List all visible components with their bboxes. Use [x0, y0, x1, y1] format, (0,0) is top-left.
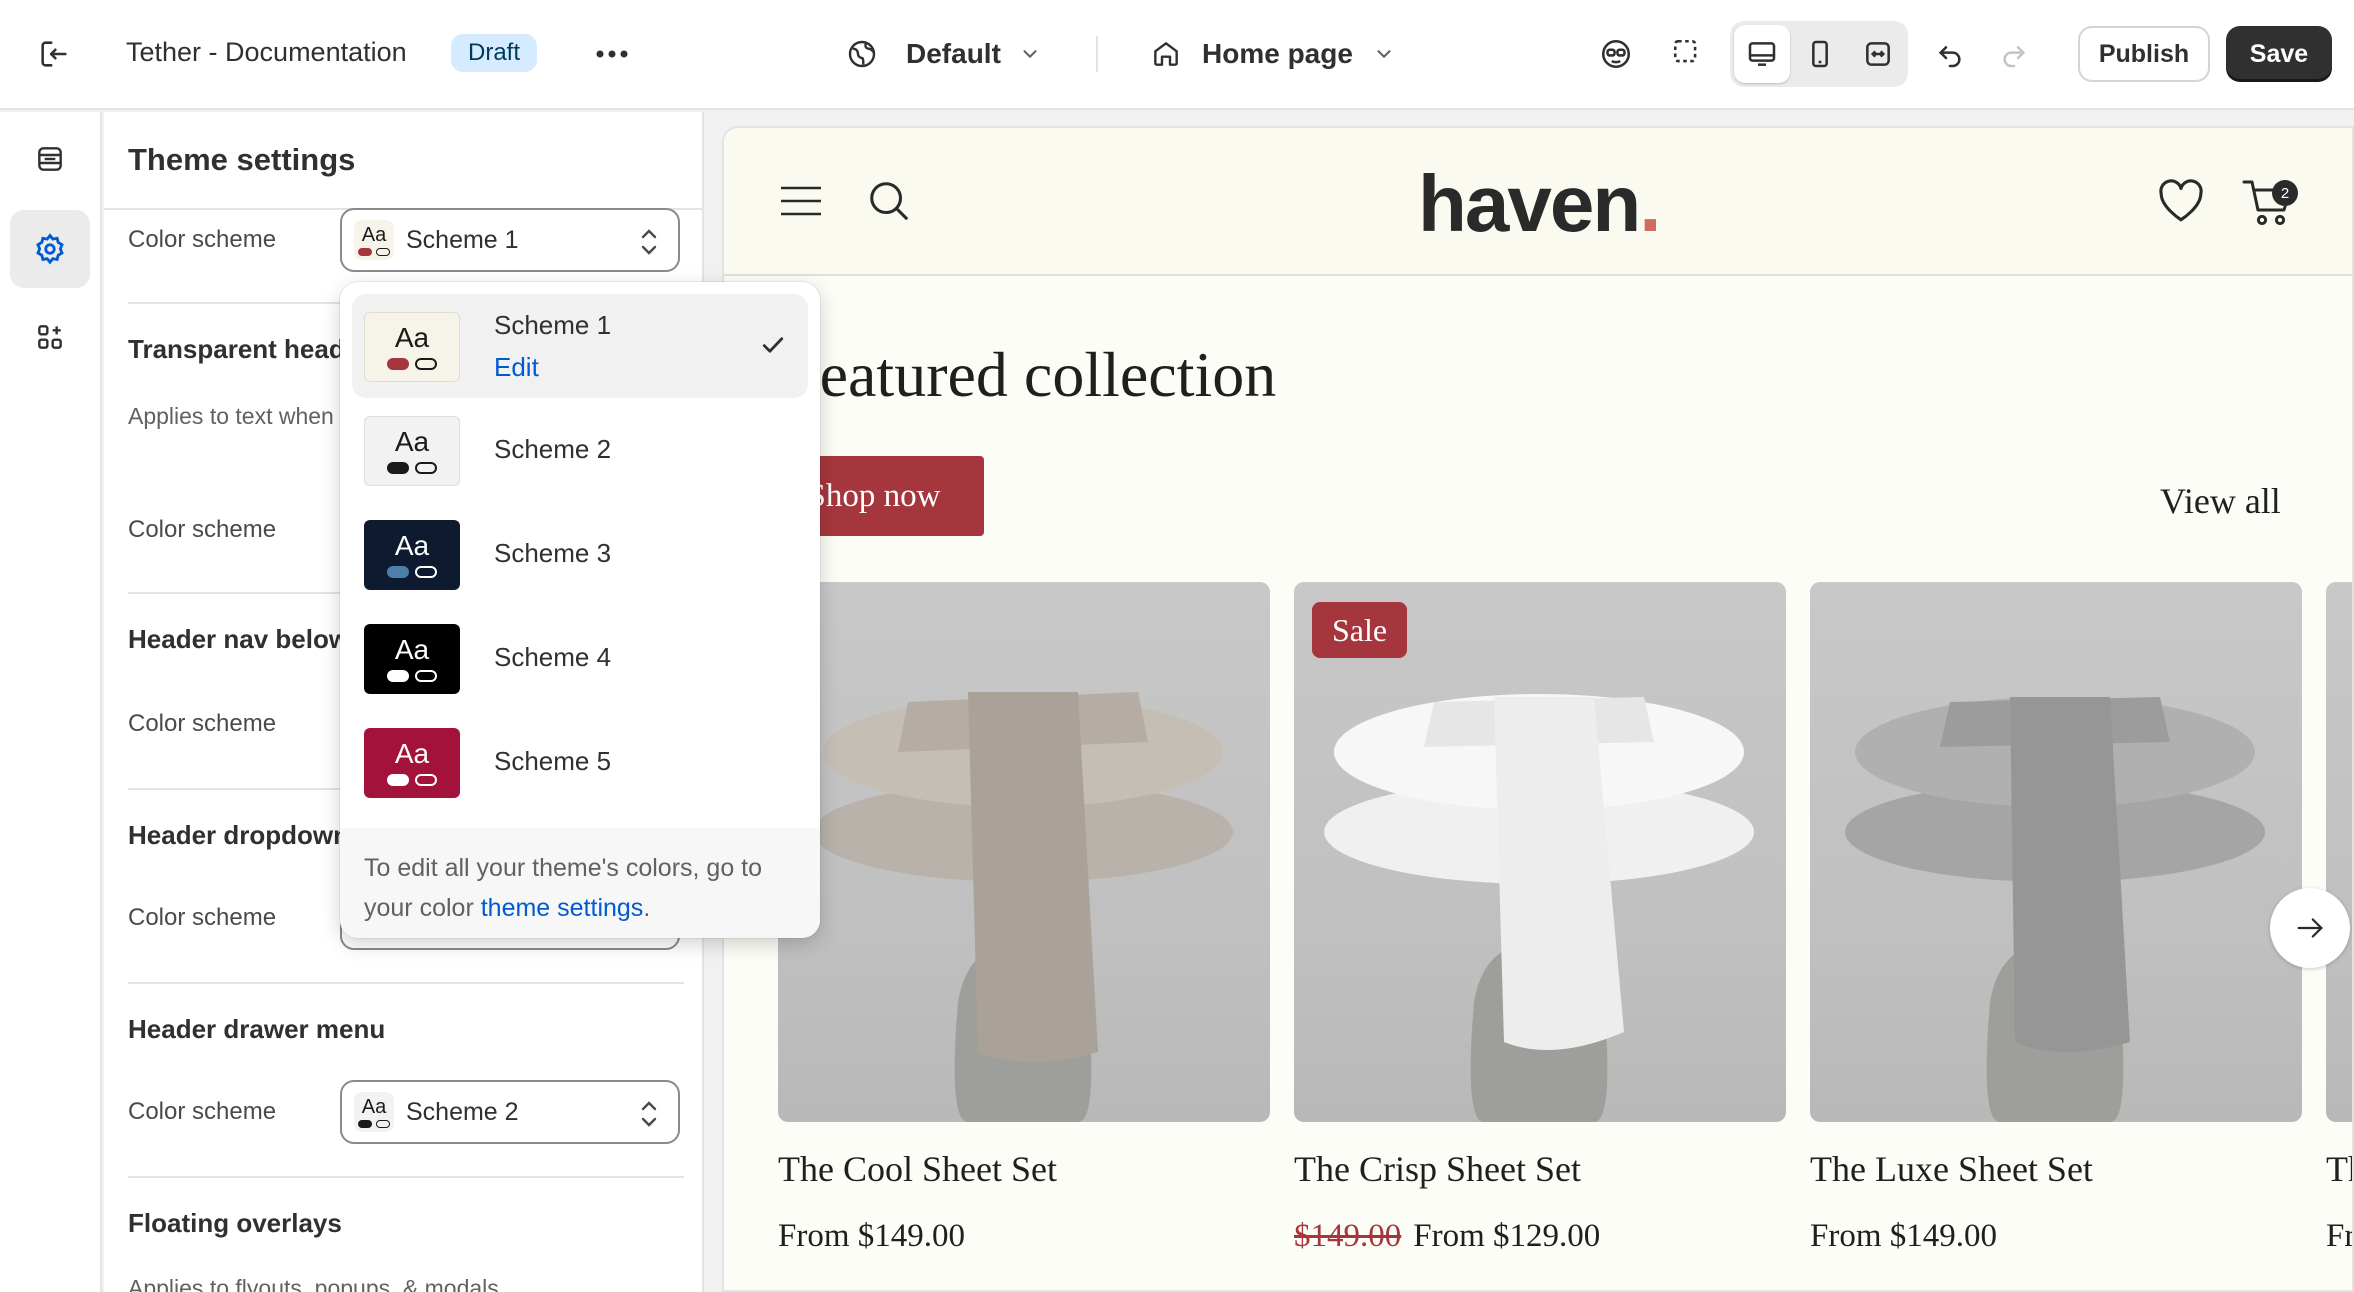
scheme-swatch: Aa [364, 624, 460, 694]
checkmark-icon [758, 330, 788, 365]
store-header: haven. 2 [724, 128, 2352, 276]
collection-title: Featured collection [784, 339, 1277, 410]
scheme-option-5[interactable]: Aa Scheme 5 [352, 710, 808, 814]
page-selector[interactable]: Home page [1150, 30, 1395, 78]
left-rail [0, 112, 102, 1292]
section-help-floating: Applies to flyouts, popups, & modals [128, 1275, 499, 1292]
more-actions-icon[interactable] [582, 24, 642, 84]
store-preview: haven. 2 Featured collection Shop now Vi… [722, 126, 2354, 1292]
scheme-swatch: Aa [364, 416, 460, 486]
theme-select-value: Default [906, 38, 1001, 69]
scheme-swatch: Aa [364, 728, 460, 798]
sale-badge: Sale [1312, 602, 1408, 658]
document-title: Tether - Documentation [126, 36, 407, 67]
toolbar-divider [1096, 36, 1098, 72]
wishlist-heart-icon[interactable] [2156, 178, 2206, 229]
home-icon [1150, 38, 1182, 70]
color-scheme-select[interactable]: Aa Scheme 1 [340, 208, 680, 272]
theme-settings-link[interactable]: theme settings [481, 894, 644, 922]
scheme-swatch: Aa [364, 312, 460, 382]
chevron-updown-icon [638, 1098, 660, 1135]
fullscreen-icon[interactable] [1848, 24, 1908, 84]
cart-count-badge: 2 [2272, 180, 2298, 206]
view-all-link[interactable]: View all [2160, 480, 2281, 522]
gear-icon[interactable] [10, 210, 90, 288]
scheme-swatch: Aa [354, 1092, 394, 1132]
panel-title: Theme settings [128, 142, 356, 177]
undo-icon[interactable] [1920, 24, 1980, 84]
product-image[interactable]: Sale [1294, 582, 1786, 1122]
redo-icon[interactable] [1984, 24, 2044, 84]
scheme-option-3[interactable]: Aa Scheme 3 [352, 502, 808, 606]
section-title-dropdown: Header dropdown [128, 820, 350, 850]
scheme-option-name: Scheme 3 [494, 538, 612, 568]
mobile-view-icon[interactable] [1790, 24, 1850, 84]
scheme-option-1[interactable]: Aa Scheme 1 Edit [352, 294, 808, 398]
scheme-option-4[interactable]: Aa Scheme 4 [352, 606, 808, 710]
save-button[interactable]: Save [2226, 26, 2332, 82]
compare-at-price: $149.00 [1294, 1218, 1402, 1254]
scheme-swatch: Aa [354, 220, 394, 260]
select-value: Scheme 1 [406, 225, 519, 254]
scheme-edit-link[interactable]: Edit [494, 352, 539, 383]
chevron-down-icon [1019, 43, 1041, 65]
scheme-option-name: Scheme 2 [494, 434, 612, 464]
chevron-down-icon [1373, 43, 1395, 65]
product-price: From $149.00 [778, 1218, 966, 1254]
sections-icon[interactable] [10, 120, 90, 198]
globe-icon [846, 38, 878, 70]
exit-icon[interactable] [24, 24, 84, 84]
color-scheme-label: Color scheme [128, 1098, 277, 1125]
desktop-view-icon[interactable] [1732, 24, 1792, 84]
section-title-transparent: Transparent header [128, 334, 370, 364]
product-title[interactable]: The Cool Sheet Set [778, 1148, 1057, 1190]
product-price: $149.00 From $129.00 [1294, 1218, 1601, 1254]
chevron-updown-icon [638, 226, 660, 263]
inspector-select-icon[interactable] [1658, 24, 1718, 84]
menu-icon[interactable] [780, 184, 822, 223]
product-image[interactable] [1810, 582, 2302, 1122]
scheme-option-2[interactable]: Aa Scheme 2 [352, 398, 808, 502]
section-title-floating: Floating overlays [128, 1208, 342, 1238]
theme-selector[interactable]: Default [846, 30, 1041, 78]
scheme-option-name: Scheme 1 [494, 310, 612, 340]
scheme-swatch: Aa [364, 520, 460, 590]
top-bar: Tether - Documentation Draft Default Hom… [0, 0, 2354, 110]
footer-end: . [643, 894, 651, 922]
color-scheme-label: Color scheme [128, 710, 277, 737]
section-divider [128, 1176, 684, 1178]
product-title[interactable]: The Crisp Sheet Set [1294, 1148, 1581, 1190]
color-scheme-select[interactable]: Aa Scheme 2 [340, 1080, 680, 1144]
apps-add-icon[interactable] [10, 298, 90, 376]
color-scheme-label: Color scheme [128, 226, 277, 253]
section-title-drawer: Header drawer menu [128, 1014, 386, 1044]
product-price: From $149.00 [1810, 1218, 1998, 1254]
section-divider [128, 982, 684, 984]
publish-button[interactable]: Publish [2078, 26, 2210, 82]
select-value: Scheme 2 [406, 1097, 519, 1126]
scheme-option-name: Scheme 4 [494, 642, 612, 672]
product-image[interactable] [778, 582, 1270, 1122]
accessibility-icon[interactable] [1586, 24, 1646, 84]
carousel-next-arrow-icon[interactable] [2270, 888, 2350, 968]
product-image[interactable] [2326, 582, 2352, 1122]
draft-badge: Draft [451, 34, 538, 72]
color-scheme-label: Color scheme [128, 904, 277, 931]
section-title-nav-below: Header nav below [128, 624, 350, 654]
product-title[interactable]: The Luxe Sheet Set [1810, 1148, 2093, 1190]
color-scheme-label: Color scheme [128, 516, 277, 543]
scheme-option-name: Scheme 5 [494, 746, 612, 776]
color-scheme-dropdown: Aa Scheme 1 Edit Aa Scheme 2 Aa Scheme 3… [340, 282, 820, 938]
dropdown-footer: To edit all your theme's colors, go to y… [340, 828, 820, 938]
search-icon[interactable] [866, 178, 912, 229]
product-title[interactable]: The Fresh Sheet Set [2326, 1148, 2352, 1190]
store-logo[interactable]: haven. [1418, 158, 1661, 250]
product-price: From $149.00 [2326, 1218, 2354, 1254]
page-select-value: Home page [1202, 38, 1353, 69]
